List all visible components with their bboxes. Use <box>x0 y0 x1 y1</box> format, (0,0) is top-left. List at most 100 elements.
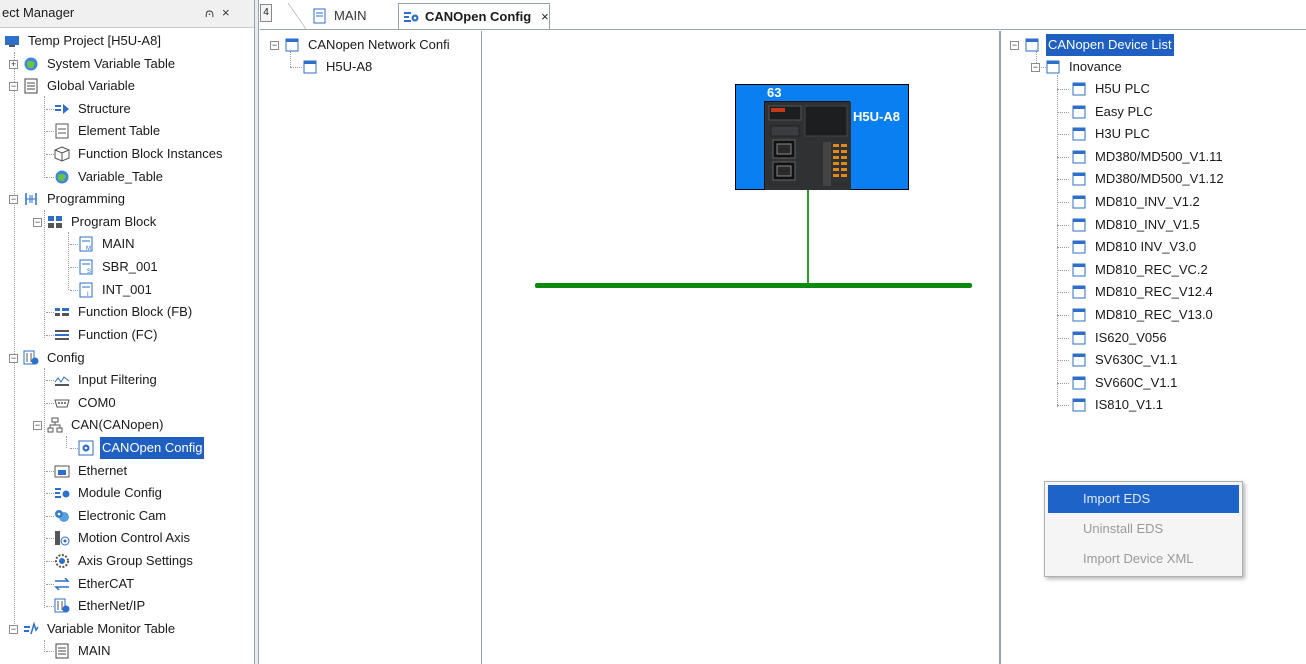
device-list-item[interactable]: MD380/MD500_V1.12 <box>1057 168 1226 190</box>
menu-item-uninstall-eds[interactable]: Uninstall EDS <box>1048 515 1239 543</box>
project-tree-item-label: EtherCAT <box>78 576 135 591</box>
network-root-node[interactable]: − CANopen Network Confi <box>270 34 452 56</box>
project-tree-item-label: Temp Project [H5U-A8] <box>28 33 161 48</box>
device-list-item[interactable]: IS620_V056 <box>1057 327 1169 349</box>
collapse-icon[interactable]: − <box>9 353 18 363</box>
device-list-root[interactable]: − CANopen Device List <box>1010 34 1174 56</box>
pin-icon[interactable]: ⩀ <box>205 0 214 26</box>
device-list-item[interactable]: MD810_REC_VC.2 <box>1057 259 1210 281</box>
project-tree-item[interactable]: Function Block (FB) <box>46 301 194 323</box>
device-list-item[interactable]: MD810_REC_V12.4 <box>1057 281 1215 303</box>
project-tree-item[interactable]: − Config <box>9 347 87 369</box>
project-tree-item[interactable]: CANOpen Config <box>70 437 205 459</box>
project-tree-item[interactable]: Variable_Table <box>46 166 165 188</box>
gear-icon <box>54 553 70 569</box>
device-name-label: H5U-A8 <box>853 109 900 124</box>
project-tree-item[interactable]: Module Config <box>46 482 164 504</box>
network-root-label: CANopen Network Confi <box>308 37 450 52</box>
device-list-item[interactable]: MD810_REC_V13.0 <box>1057 304 1215 326</box>
tab-canopen-config[interactable]: CANOpen Config × <box>398 3 550 29</box>
function-icon <box>54 327 70 343</box>
project-tree-item[interactable]: I INT_001 <box>70 279 154 301</box>
device-list-root-label: CANopen Device List <box>1046 34 1174 56</box>
project-tree-item[interactable]: Structure <box>46 98 133 120</box>
project-tree-item[interactable]: S SBR_001 <box>70 256 160 278</box>
device-icon <box>1071 284 1087 300</box>
interrupt-icon: I <box>78 282 94 298</box>
can-bus-line[interactable] <box>535 283 972 288</box>
project-manager-header: ect Manager ⩀ × <box>0 0 254 28</box>
device-list-item-label: SV630C_V1.1 <box>1095 352 1178 368</box>
device-node-h5u-a8[interactable]: 63 H5U-A8 <box>735 84 909 190</box>
vendor-node[interactable]: − Inovance <box>1031 56 1124 78</box>
device-list-item[interactable]: H5U PLC <box>1057 78 1152 100</box>
device-list-item[interactable]: H3U PLC <box>1057 123 1152 145</box>
collapse-icon[interactable]: − <box>270 40 279 50</box>
project-tree-item-label: EtherNet/IP <box>78 598 146 613</box>
collapse-icon[interactable]: − <box>1031 62 1040 72</box>
project-tree-item[interactable]: Function (FC) <box>46 324 159 346</box>
plc-device-image <box>764 101 851 190</box>
collapse-icon[interactable]: − <box>9 194 18 204</box>
project-tree-item[interactable]: − CAN(CANopen) <box>33 414 165 436</box>
project-tree-item[interactable]: Element Table <box>46 120 162 142</box>
axis-icon <box>54 530 70 546</box>
device-list-item[interactable]: MD810_INV_V1.2 <box>1057 191 1202 213</box>
device-icon <box>1071 397 1087 413</box>
project-tree-item-label: Electronic Cam <box>78 508 167 523</box>
project-tree-item[interactable]: M MAIN <box>70 233 137 255</box>
close-tab-icon[interactable]: × <box>541 4 549 30</box>
project-tree-item-label: Global Variable <box>47 78 135 93</box>
collapse-icon[interactable]: − <box>33 420 42 430</box>
globe-icon <box>54 169 70 185</box>
device-icon <box>1071 81 1087 97</box>
project-tree-item[interactable]: − Global Variable <box>9 75 137 97</box>
device-list-item-label: MD810_REC_V12.4 <box>1095 284 1213 300</box>
device-list-item[interactable]: SV630C_V1.1 <box>1057 349 1179 371</box>
project-tree-item[interactable]: − Program Block <box>33 211 158 233</box>
table-icon <box>54 643 70 659</box>
project-tree-item-label: Element Table <box>78 123 161 138</box>
project-tree-item[interactable]: − Variable Monitor Table <box>9 618 177 640</box>
device-list-item[interactable]: MD810 INV_V3.0 <box>1057 236 1198 258</box>
project-tree-item[interactable]: MAIN <box>46 640 113 662</box>
device-list-item-label: Easy PLC <box>1095 103 1153 119</box>
structure-icon <box>54 101 70 117</box>
expand-icon[interactable]: + <box>9 59 18 69</box>
network-canvas[interactable]: 63 H5U-A8 <box>483 31 999 664</box>
panel-splitter[interactable] <box>255 0 259 664</box>
tab-scroll-button[interactable]: 4 <box>260 4 272 22</box>
config-icon <box>23 350 39 366</box>
project-tree-item[interactable]: Input Filtering <box>46 369 159 391</box>
network-child-node[interactable]: H5U-A8 <box>302 56 374 78</box>
project-tree-item[interactable]: Axis Group Settings <box>46 550 195 572</box>
collapse-icon[interactable]: − <box>33 217 42 227</box>
collapse-icon[interactable]: − <box>1010 40 1019 50</box>
device-list-item[interactable]: MD810_INV_V1.5 <box>1057 214 1202 236</box>
project-tree-item[interactable]: + System Variable Table <box>9 53 177 75</box>
project-tree-item[interactable]: EtherNet/IP <box>46 595 147 617</box>
project-tree-item[interactable]: Function Block Instances <box>46 143 225 165</box>
collapse-icon[interactable]: − <box>9 624 18 634</box>
context-menu: Import EDS Uninstall EDS Import Device X… <box>1044 481 1243 577</box>
menu-item-import-device-xml[interactable]: Import Device XML <box>1048 545 1239 573</box>
device-list-item[interactable]: IS810_V1.1 <box>1057 394 1165 416</box>
project-tree-item[interactable]: EtherCAT <box>46 573 136 595</box>
project-tree-item-label: Motion Control Axis <box>78 530 190 545</box>
project-tree-item-label: Variable_Table <box>78 169 164 184</box>
device-list-item[interactable]: Easy PLC <box>1057 101 1155 123</box>
menu-item-import-eds[interactable]: Import EDS <box>1048 485 1239 513</box>
device-icon <box>1071 126 1087 142</box>
collapse-icon[interactable]: − <box>9 81 18 91</box>
project-tree-item[interactable]: Temp Project [H5U-A8] <box>4 30 163 52</box>
project-tree-item[interactable]: − Programming <box>9 188 127 210</box>
device-list-item[interactable]: MD380/MD500_V1.11 <box>1057 146 1225 168</box>
project-tree-item[interactable]: COM0 <box>46 392 118 414</box>
tab-main[interactable]: MAIN <box>308 3 400 29</box>
network-child-label: H5U-A8 <box>326 59 373 74</box>
project-tree-item[interactable]: Ethernet <box>46 460 129 482</box>
project-tree-item[interactable]: Motion Control Axis <box>46 527 192 549</box>
project-tree-item[interactable]: Electronic Cam <box>46 505 168 527</box>
device-list-item[interactable]: SV660C_V1.1 <box>1057 372 1179 394</box>
close-panel-button[interactable]: × <box>222 0 230 26</box>
